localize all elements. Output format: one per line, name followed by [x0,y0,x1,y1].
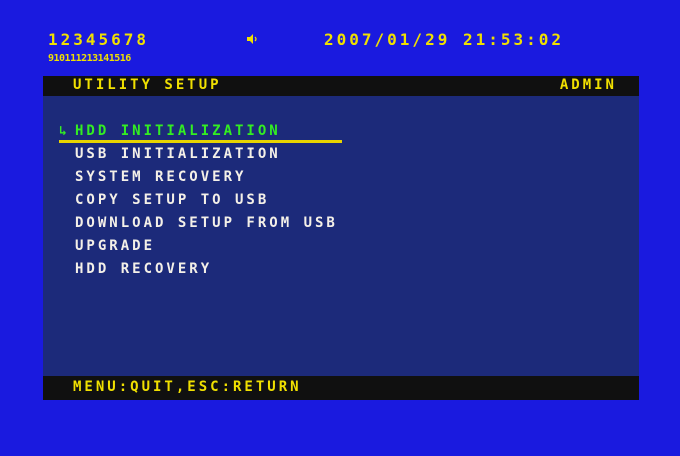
key-hint-text: MENU:QUIT,ESC:RETURN [73,379,302,395]
dvr-screen: 12345678 910111213141516 2007/01/29 21:5… [0,0,680,456]
user-role-badge: ADMIN [559,77,617,93]
speaker-icon [247,34,257,44]
return-arrow-icon: ↳ [59,124,70,139]
menu-item-label: SYSTEM RECOVERY [75,169,247,185]
title-bar: UTILITY SETUP ADMIN [43,76,639,96]
channel-numbers-row-2: 910111213141516 [48,53,131,64]
footer-bar: MENU:QUIT,ESC:RETURN [43,376,639,400]
menu-item-hdd-recovery[interactable]: HDD RECOVERY [59,258,338,281]
menu-item-label: COPY SETUP TO USB [75,192,270,208]
menu-item-system-recovery[interactable]: SYSTEM RECOVERY [59,166,338,189]
menu-item-hdd-initialization[interactable]: ↳ HDD INITIALIZATION [59,120,342,143]
utility-menu: ↳ HDD INITIALIZATION USB INITIALIZATION … [59,120,342,281]
menu-item-label: UPGRADE [75,238,156,254]
utility-setup-panel: UTILITY SETUP ADMIN ↳ HDD INITIALIZATION… [43,76,639,400]
channel-numbers-row-1: 12345678 [48,30,150,49]
menu-item-label: DOWNLOAD SETUP FROM USB [75,215,338,231]
menu-item-label: HDD RECOVERY [75,261,213,277]
menu-item-usb-initialization[interactable]: USB INITIALIZATION [59,143,338,166]
menu-item-download-setup-from-usb[interactable]: DOWNLOAD SETUP FROM USB [59,212,338,235]
menu-item-label: HDD INITIALIZATION [75,123,281,139]
page-title: UTILITY SETUP [73,77,222,93]
menu-item-upgrade[interactable]: UPGRADE [59,235,338,258]
date-time-display: 2007/01/29 21:53:02 [324,30,565,49]
menu-item-copy-setup-to-usb[interactable]: COPY SETUP TO USB [59,189,338,212]
menu-item-label: USB INITIALIZATION [75,146,281,162]
